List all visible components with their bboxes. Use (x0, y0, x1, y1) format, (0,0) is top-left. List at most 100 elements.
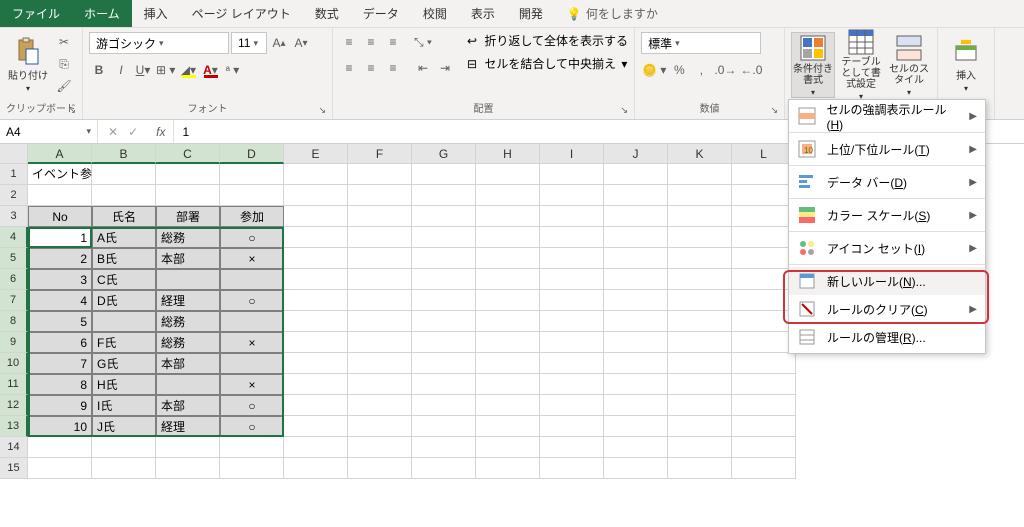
cell[interactable] (732, 185, 796, 206)
cell[interactable]: 4 (28, 290, 92, 311)
cell[interactable] (220, 164, 284, 185)
align-top-button[interactable]: ≡ (339, 32, 359, 52)
cell[interactable]: 9 (28, 395, 92, 416)
phonetic-button[interactable]: ᵃ ▾ (222, 60, 242, 80)
cell[interactable] (92, 458, 156, 479)
cell[interactable]: A氏 (92, 227, 156, 248)
merge-center-button[interactable]: ⊟ セルを結合して中央揃え ▾ (467, 55, 628, 72)
cell[interactable] (28, 437, 92, 458)
cell[interactable] (220, 437, 284, 458)
copy-button[interactable]: ⎘ (54, 54, 74, 74)
tab-tell-me[interactable]: 💡何をしますか (555, 0, 670, 27)
cell[interactable] (540, 164, 604, 185)
menu-color-scales[interactable]: カラー スケール(S) ▶ (789, 201, 985, 229)
tab-developer[interactable]: 開発 (507, 0, 555, 27)
cell[interactable] (668, 164, 732, 185)
menu-data-bars[interactable]: データ バー(D) ▶ (789, 168, 985, 196)
cell[interactable] (28, 458, 92, 479)
cell[interactable] (348, 164, 412, 185)
cell[interactable] (604, 332, 668, 353)
menu-clear-rules[interactable]: ルールのクリア(C) ▶ (789, 295, 985, 323)
cell[interactable] (220, 185, 284, 206)
cell[interactable] (476, 227, 540, 248)
cell[interactable] (732, 311, 796, 332)
row-header[interactable]: 7 (0, 290, 28, 311)
cell[interactable]: No (28, 206, 92, 227)
cell[interactable] (284, 206, 348, 227)
cell[interactable] (668, 395, 732, 416)
cell[interactable] (732, 458, 796, 479)
cell[interactable] (348, 206, 412, 227)
cell[interactable]: ○ (220, 395, 284, 416)
cell[interactable] (540, 395, 604, 416)
cell[interactable] (732, 437, 796, 458)
row-header[interactable]: 14 (0, 437, 28, 458)
cell[interactable] (348, 374, 412, 395)
cell[interactable] (220, 269, 284, 290)
cell[interactable] (540, 458, 604, 479)
cell[interactable]: × (220, 332, 284, 353)
cell[interactable] (412, 248, 476, 269)
number-launcher[interactable]: ↘ (771, 105, 779, 116)
cell[interactable]: 3 (28, 269, 92, 290)
tab-view[interactable]: 表示 (459, 0, 507, 27)
orientation-button[interactable]: ⤡ ▾ (413, 32, 433, 52)
cell[interactable]: 2 (28, 248, 92, 269)
cell[interactable] (668, 353, 732, 374)
row-header[interactable]: 2 (0, 185, 28, 206)
decrease-indent-button[interactable]: ⇤ (413, 58, 433, 78)
cell[interactable] (284, 437, 348, 458)
cell[interactable] (284, 269, 348, 290)
tab-review[interactable]: 校閲 (411, 0, 459, 27)
font-color-button[interactable]: A ▾ (200, 60, 220, 80)
cell[interactable] (284, 185, 348, 206)
format-painter-button[interactable]: 🖌 (54, 76, 74, 96)
cell[interactable] (348, 458, 412, 479)
tab-formulas[interactable]: 数式 (303, 0, 351, 27)
column-header-L[interactable]: L (732, 144, 796, 164)
font-launcher[interactable]: ↘ (318, 105, 326, 116)
cell[interactable] (604, 206, 668, 227)
cell[interactable]: 6 (28, 332, 92, 353)
column-header-F[interactable]: F (348, 144, 412, 164)
name-box[interactable]: A4▾ (0, 120, 98, 143)
select-all-corner[interactable] (0, 144, 28, 164)
cell[interactable] (732, 332, 796, 353)
cell[interactable] (284, 164, 348, 185)
wrap-text-button[interactable]: ↩ 折り返して全体を表示する (467, 32, 628, 49)
cell[interactable] (732, 374, 796, 395)
menu-new-rule[interactable]: 新しいルール(N)... (789, 267, 985, 295)
column-header-B[interactable]: B (92, 144, 156, 164)
cancel-formula-icon[interactable]: ✕ (108, 125, 118, 139)
cell[interactable] (348, 353, 412, 374)
cell[interactable] (540, 437, 604, 458)
cell[interactable] (156, 164, 220, 185)
cell[interactable]: ○ (220, 416, 284, 437)
percent-button[interactable]: % (669, 60, 689, 80)
row-header[interactable]: 10 (0, 353, 28, 374)
cell[interactable] (220, 353, 284, 374)
cell[interactable] (732, 416, 796, 437)
cell[interactable] (732, 227, 796, 248)
cell[interactable]: 氏名 (92, 206, 156, 227)
clipboard-launcher[interactable]: ↘ (68, 105, 76, 116)
cell[interactable]: 本部 (156, 395, 220, 416)
cell[interactable]: 経理 (156, 290, 220, 311)
cell[interactable] (604, 395, 668, 416)
row-header[interactable]: 4 (0, 227, 28, 248)
cell[interactable] (668, 185, 732, 206)
format-as-table-button[interactable]: テーブルとして書式設定▾ (839, 32, 883, 98)
cell[interactable]: I氏 (92, 395, 156, 416)
cell[interactable] (732, 395, 796, 416)
cell[interactable] (604, 374, 668, 395)
menu-icon-sets[interactable]: アイコン セット(I) ▶ (789, 234, 985, 262)
bold-button[interactable]: B (89, 60, 109, 80)
decrease-font-button[interactable]: A▾ (291, 33, 311, 53)
row-header[interactable]: 8 (0, 311, 28, 332)
cell[interactable] (412, 227, 476, 248)
cell[interactable] (412, 458, 476, 479)
insert-cells-button[interactable]: 挿入▾ (944, 32, 988, 98)
cell[interactable]: G氏 (92, 353, 156, 374)
align-right-button[interactable]: ≡ (383, 58, 403, 78)
font-size-combo[interactable]: 11▾ (231, 32, 267, 54)
